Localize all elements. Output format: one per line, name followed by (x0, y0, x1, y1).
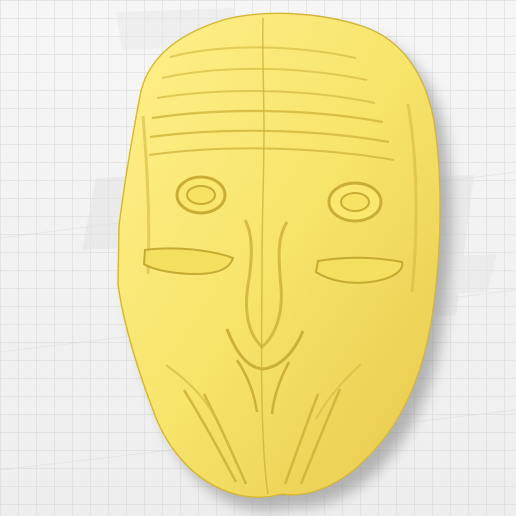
mask-model[interactable] (117, 12, 441, 498)
left-eye (175, 175, 227, 215)
viewport-canvas[interactable] (0, 0, 516, 516)
right-eye (327, 181, 383, 223)
3d-viewport[interactable] (0, 0, 516, 516)
